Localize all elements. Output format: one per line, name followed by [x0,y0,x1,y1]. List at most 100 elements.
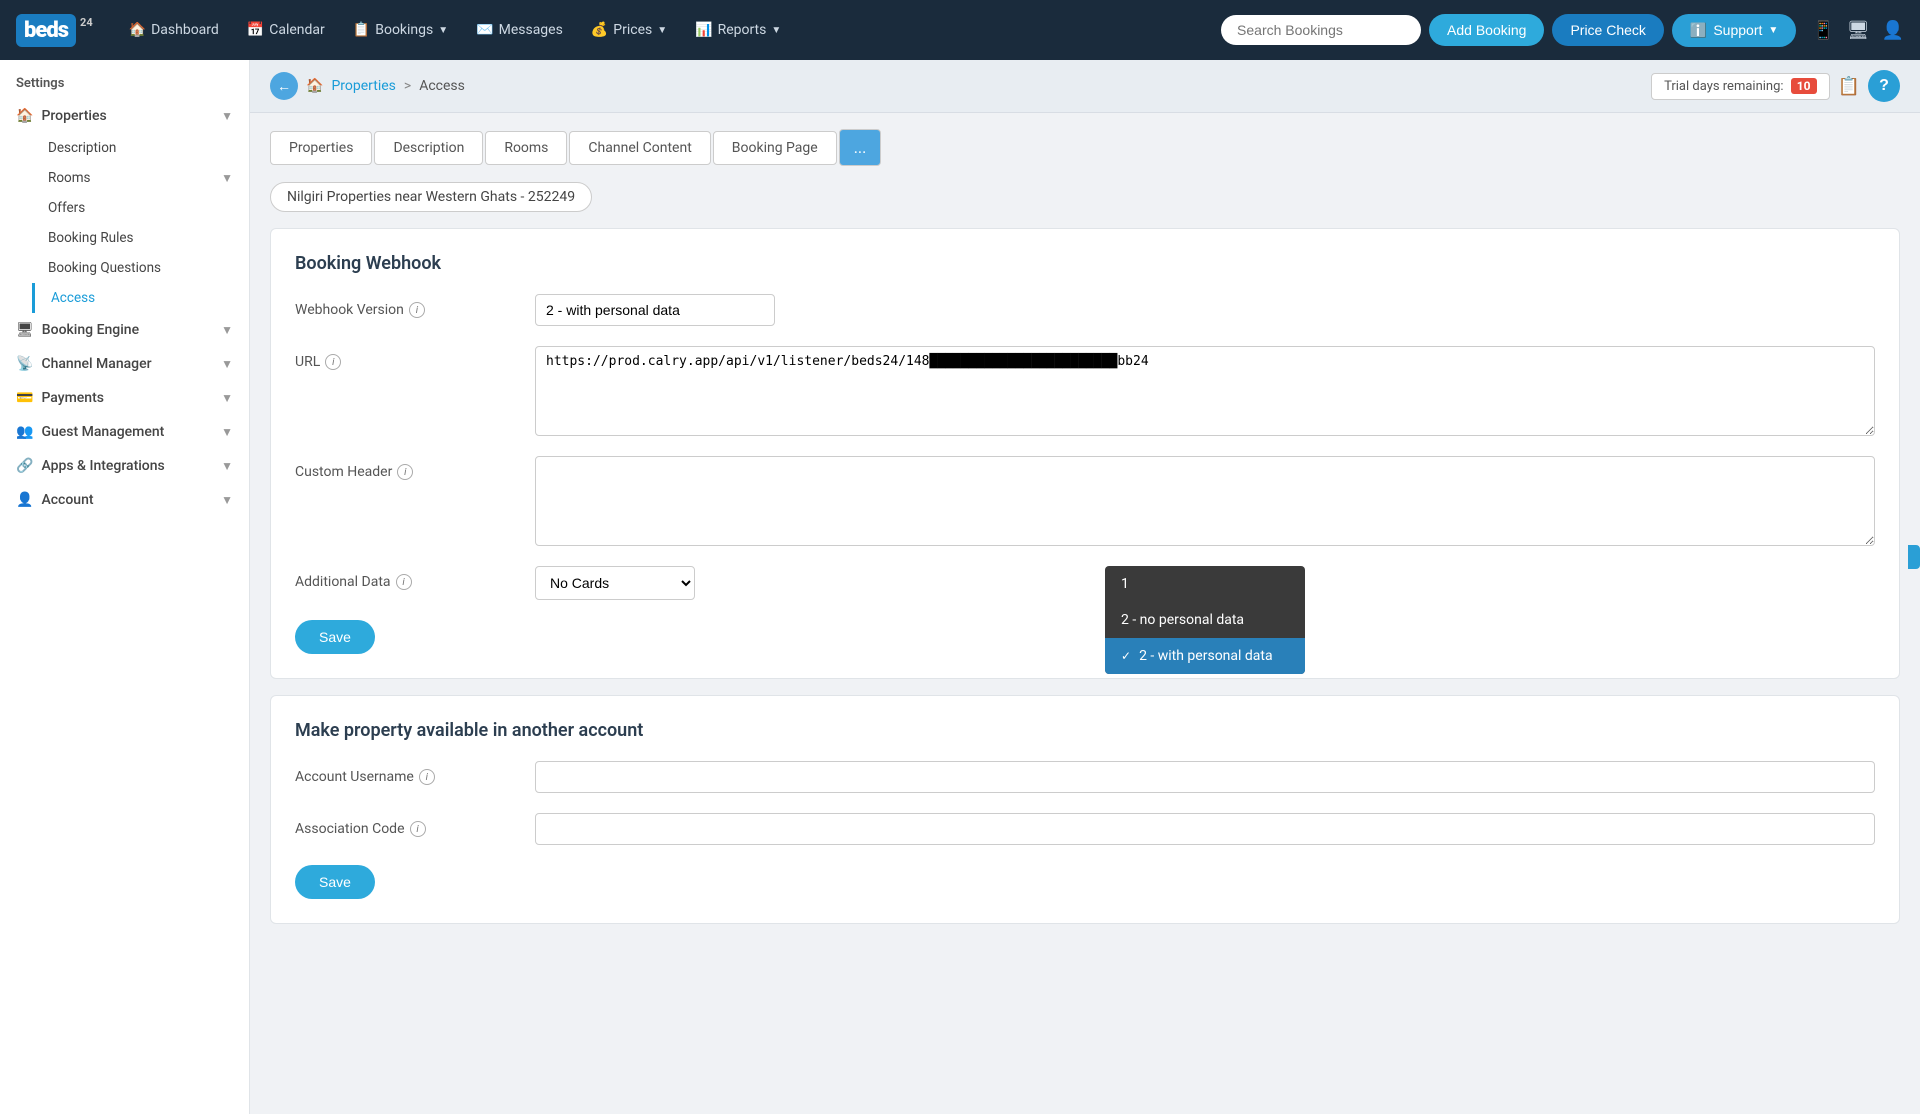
back-button[interactable]: ← [270,72,298,100]
side-panel-tab[interactable] [1908,545,1920,569]
association-code-label: Association Code i [295,813,515,837]
add-booking-button[interactable]: Add Booking [1429,14,1544,46]
home-breadcrumb-icon: 🏠 [306,78,323,94]
sidebar-item-booking-rules[interactable]: Booking Rules [32,223,249,253]
nav-dashboard[interactable]: 🏠 Dashboard [117,14,231,46]
channel-manager-expand-icon: ▼ [221,357,233,371]
dropdown-option-2-with-personal[interactable]: ✓ 2 - with personal data [1105,638,1305,674]
nav-messages[interactable]: ✉️ Messages [464,14,575,46]
sidebar-item-payments[interactable]: 💳 Payments ▼ [0,381,249,415]
make-available-title: Make property available in another accou… [295,720,1875,741]
search-bookings-input[interactable] [1221,15,1421,45]
custom-header-textarea[interactable] [535,456,1875,546]
apps-expand-icon: ▼ [221,459,233,473]
url-help-icon[interactable]: i [325,354,341,370]
property-selector[interactable]: Nilgiri Properties near Western Ghats - … [270,182,592,212]
additional-data-label: Additional Data i [295,566,515,590]
trial-days-count: 10 [1791,78,1817,94]
webhook-version-row: Webhook Version i 1 2 - no personal data [295,294,1875,326]
rooms-expand-icon: ▼ [221,171,233,185]
additional-data-row: Additional Data i No Cards With Cards [295,566,1875,600]
sidebar-item-account[interactable]: 👤 Account ▼ [0,483,249,517]
top-navigation: beds 24 🏠 Dashboard 📅 Calendar 📋 Booking… [0,0,1920,60]
custom-header-label: Custom Header i [295,456,515,480]
apps-icon: 🔗 [16,458,33,474]
url-textarea[interactable]: <span data-bind="booking_webhook.url_val… [535,346,1875,436]
account-username-help-icon[interactable]: i [419,769,435,785]
nav-bookings[interactable]: 📋 Bookings ▼ [341,14,460,46]
webhook-version-label: Webhook Version i [295,294,515,318]
breadcrumb-separator: > [404,78,411,94]
prices-dropdown-icon: ▼ [657,25,667,36]
custom-header-help-icon[interactable]: i [397,464,413,480]
sidebar-item-booking-engine[interactable]: 🖥 Booking Engine ▼ [0,313,249,347]
url-row: URL i <span data-bind="booking_webhook.u… [295,346,1875,436]
breadcrumb-bar: ← 🏠 Properties > Access Trial days remai… [250,60,1920,113]
dropdown-option-1[interactable]: 1 [1105,566,1305,602]
nav-calendar[interactable]: 📅 Calendar [235,14,337,46]
sidebar-item-channel-manager[interactable]: 📡 Channel Manager ▼ [0,347,249,381]
url-label: URL i [295,346,515,370]
nav-right: Add Booking Price Check ℹ️ Support ▼ 📱 🖥… [1221,14,1904,47]
association-code-row: Association Code i [295,813,1875,845]
tab-rooms[interactable]: Rooms [485,131,567,165]
account-username-input[interactable] [535,761,1875,793]
main-layout: Settings 🏠 Properties ▼ Description Room… [0,60,1920,1114]
additional-data-help-icon[interactable]: i [396,574,412,590]
webhook-version-input[interactable] [535,294,775,326]
prices-icon: 💰 [591,22,608,38]
support-dropdown-icon: ▼ [1768,25,1778,36]
guest-management-expand-icon: ▼ [221,425,233,439]
tab-booking-page[interactable]: Booking Page [713,131,837,165]
make-available-save-row: Save [295,865,1875,899]
mobile-icon[interactable]: 📱 [1812,20,1834,41]
properties-expand-icon: ▼ [221,109,233,123]
save-webhook-button[interactable]: Save [295,620,375,654]
make-available-card: Make property available in another accou… [270,695,1900,924]
dashboard-icon: 🏠 [129,22,146,38]
sidebar-item-description[interactable]: Description [32,133,249,163]
payments-expand-icon: ▼ [221,391,233,405]
nav-links: 🏠 Dashboard 📅 Calendar 📋 Bookings ▼ ✉️ M… [117,14,1209,46]
help-button[interactable]: ? [1868,70,1900,102]
settings-heading: Settings [0,60,249,99]
association-code-help-icon[interactable]: i [410,821,426,837]
clipboard-icon[interactable]: 📋 [1838,76,1860,97]
app-logo[interactable]: beds 24 [16,14,93,47]
account-icon: 👤 [16,492,33,508]
association-code-input[interactable] [535,813,1875,845]
sidebar-item-booking-questions[interactable]: Booking Questions [32,253,249,283]
trial-badge: Trial days remaining: 10 [1651,73,1830,100]
support-button[interactable]: ℹ️ Support ▼ [1672,14,1796,47]
user-icon[interactable]: 👤 [1882,20,1904,41]
tab-channel-content[interactable]: Channel Content [569,131,710,165]
nav-reports[interactable]: 📊 Reports ▼ [683,14,793,46]
save-available-button[interactable]: Save [295,865,375,899]
sidebar-item-rooms[interactable]: Rooms ▼ [32,163,249,193]
sidebar-item-access[interactable]: Access [32,283,249,313]
tab-description[interactable]: Description [374,131,483,165]
sidebar-item-apps[interactable]: 🔗 Apps & Integrations ▼ [0,449,249,483]
custom-header-row: Custom Header i [295,456,1875,546]
sidebar-item-properties[interactable]: 🏠 Properties ▼ [0,99,249,133]
additional-data-select[interactable]: No Cards With Cards [535,566,695,600]
webhook-version-dropdown: 1 2 - no personal data ✓ 2 - with person… [1105,566,1305,674]
sidebar-item-offers[interactable]: Offers [32,193,249,223]
sidebar-item-guest-management[interactable]: 👥 Guest Management ▼ [0,415,249,449]
properties-subnav: Description Rooms ▼ Offers Booking Rules… [0,133,249,313]
dropdown-option-2-no-personal[interactable]: 2 - no personal data [1105,602,1305,638]
webhook-version-control: 1 2 - no personal data ✓ 2 - with person… [535,294,1875,326]
breadcrumb-properties-link[interactable]: Properties [331,78,395,94]
bookings-icon: 📋 [353,22,370,38]
sidebar: Settings 🏠 Properties ▼ Description Room… [0,60,250,1114]
content-area: Properties Description Rooms Channel Con… [250,113,1920,956]
price-check-button[interactable]: Price Check [1552,14,1663,46]
desktop-icon[interactable]: 🖥 [1847,20,1870,41]
tab-properties[interactable]: Properties [270,131,372,165]
info-icon: ℹ️ [1690,22,1707,39]
tab-more-button[interactable]: ... [839,129,882,166]
save-row: Save [295,620,1875,654]
bookings-dropdown-icon: ▼ [438,25,448,36]
nav-prices[interactable]: 💰 Prices ▼ [579,14,679,46]
webhook-version-help-icon[interactable]: i [409,302,425,318]
